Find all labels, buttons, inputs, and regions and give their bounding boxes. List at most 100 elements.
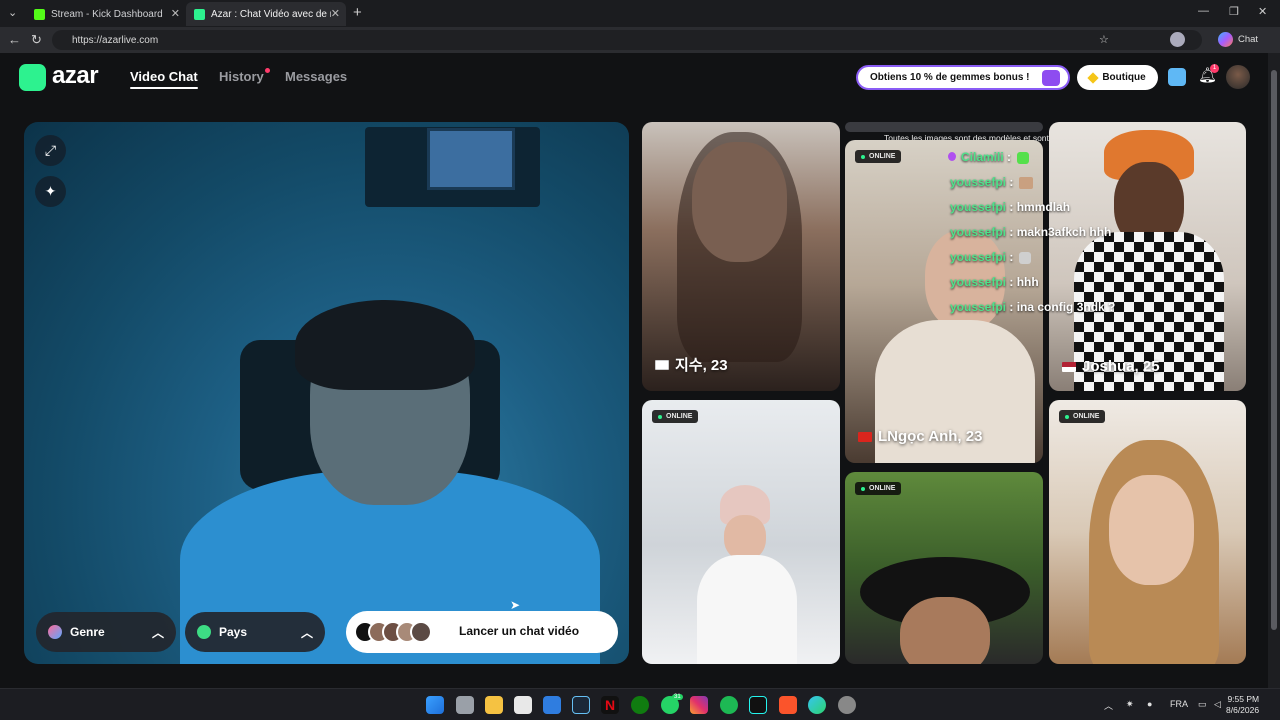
- chat-text: : hhh: [1009, 275, 1039, 289]
- tab-kick-dashboard[interactable]: Stream - Kick Dashboard ✕: [26, 2, 186, 26]
- minimize-icon[interactable]: —: [1198, 5, 1209, 17]
- online-badge: ONLINE: [855, 150, 902, 163]
- white-coat: [697, 555, 797, 664]
- user-avatar[interactable]: [1226, 65, 1250, 89]
- chat-message: youssefpi : ina config 3ndk ?: [950, 300, 1115, 314]
- clock-time: 9:55 PM: [1227, 694, 1260, 704]
- profile-card-blonde[interactable]: ONLINE: [1049, 400, 1246, 664]
- country-filter[interactable]: Pays ︿: [185, 612, 325, 652]
- chat-message: youssefpi :: [950, 175, 1034, 189]
- name-label: 지수, 23: [675, 357, 728, 374]
- gem-promo-button[interactable]: Obtiens 10 % de gemmes bonus !: [856, 65, 1070, 90]
- emote-icon: [1019, 176, 1034, 189]
- windows-taskbar: N 31 ︿ ✷ ● FRA ▭ ◁: [0, 688, 1280, 720]
- close-window-icon[interactable]: ✕: [1258, 5, 1267, 18]
- volume-icon[interactable]: ◁: [1214, 699, 1221, 710]
- language-indicator[interactable]: FRA: [1170, 699, 1188, 709]
- gem-icon: [1087, 71, 1099, 84]
- profile-card-joshua[interactable]: Joshua, 25: [1049, 122, 1246, 391]
- edge-icon[interactable]: [808, 696, 826, 714]
- new-tab-button[interactable]: +: [353, 4, 362, 21]
- brightness-icon[interactable]: ✷: [1126, 699, 1134, 710]
- whatsapp-badge: 31: [672, 694, 683, 700]
- azar-favicon-icon: [194, 8, 205, 20]
- brave-icon[interactable]: [779, 696, 797, 714]
- chat-message: youssefpi : hhh: [950, 275, 1039, 289]
- steam-icon[interactable]: [572, 696, 590, 714]
- nav-video-chat[interactable]: Video Chat: [130, 69, 198, 84]
- restore-icon[interactable]: ❐: [1229, 5, 1239, 18]
- self-video-preview: [24, 122, 629, 664]
- windows-start-icon[interactable]: [426, 696, 444, 714]
- azar-logo-icon[interactable]: [19, 64, 46, 91]
- profile-card-jisu[interactable]: 지수, 23: [642, 122, 840, 391]
- azar-logo-text[interactable]: azar: [52, 62, 99, 90]
- back-icon[interactable]: ←: [8, 33, 21, 47]
- profile-card-black-hat[interactable]: ONLINE: [845, 472, 1043, 664]
- task-view-icon[interactable]: [456, 696, 474, 714]
- portrait: [900, 597, 990, 664]
- country-label: Pays: [219, 625, 248, 639]
- magic-wand-icon[interactable]: ✦: [35, 176, 66, 207]
- chat-message: youssefpi : hmmdlah: [950, 200, 1070, 214]
- flag-us-icon: [1062, 361, 1076, 372]
- spotify-icon[interactable]: [720, 696, 738, 714]
- tray-chevron-icon[interactable]: ︿: [1104, 699, 1113, 712]
- gems-balance-icon[interactable]: [1168, 68, 1186, 86]
- network-icon[interactable]: ▭: [1198, 699, 1207, 710]
- tiktok-icon[interactable]: [749, 696, 767, 714]
- profile-avatar[interactable]: [1170, 32, 1185, 47]
- system-clock[interactable]: 9:55 PM 8/6/2026: [1226, 694, 1259, 716]
- mail-icon[interactable]: [543, 696, 561, 714]
- scrollbar-thumb[interactable]: [1271, 70, 1277, 630]
- promo-text: Obtiens 10 % de gemmes bonus !: [870, 72, 1030, 83]
- name-label: Joshua, 25: [1082, 358, 1160, 375]
- tab-label: Azar : Chat Vidéo avec de no: [211, 8, 331, 20]
- person-hair: [295, 300, 475, 390]
- profile-card-snow[interactable]: ONLINE: [642, 400, 840, 664]
- chat-text: :: [1009, 175, 1014, 189]
- xbox-icon[interactable]: [631, 696, 649, 714]
- url-text: https://azarlive.com: [72, 34, 159, 46]
- close-icon[interactable]: ✕: [171, 7, 180, 20]
- nav-messages[interactable]: Messages: [285, 69, 347, 84]
- store-icon[interactable]: [514, 696, 532, 714]
- portrait: [724, 515, 766, 560]
- microphone-icon[interactable]: ●: [1147, 699, 1152, 709]
- profile-card-top-strip: [845, 122, 1043, 132]
- tab-azar[interactable]: Azar : Chat Vidéo avec de no ✕: [186, 2, 346, 26]
- gender-filter[interactable]: Genre ︿: [36, 612, 176, 652]
- chat-user-icon: [948, 152, 956, 161]
- globe-icon: [197, 625, 211, 639]
- nav-history[interactable]: History: [219, 69, 264, 84]
- active-tab-underline: [130, 87, 198, 89]
- close-icon[interactable]: ✕: [331, 7, 340, 20]
- url-field[interactable]: https://azarlive.com: [52, 30, 1202, 50]
- expand-icon[interactable]: ⤢: [35, 135, 66, 166]
- chat-username: youssefpi: [950, 250, 1007, 264]
- tab-label: Stream - Kick Dashboard: [51, 8, 163, 20]
- boutique-button[interactable]: Boutique: [1077, 65, 1158, 90]
- copilot-icon[interactable]: [1218, 32, 1233, 47]
- boutique-label: Boutique: [1102, 72, 1146, 83]
- netflix-icon[interactable]: N: [601, 696, 619, 714]
- settings-icon[interactable]: [838, 696, 856, 714]
- favorites-icon[interactable]: ☆: [1099, 33, 1109, 47]
- kick-favicon-icon: [34, 8, 45, 20]
- chat-text: : makn3afkch hhh: [1009, 225, 1112, 239]
- address-bar-row: ← ↻ https://azarlive.com ☆ Chat: [0, 27, 1280, 53]
- start-label: Lancer un chat vidéo: [459, 624, 580, 638]
- shelf-monitor: [427, 128, 515, 190]
- gender-icon: [48, 625, 62, 639]
- chat-username: Cilamili: [961, 150, 1004, 164]
- emote-icon: [1017, 151, 1030, 164]
- reload-icon[interactable]: ↻: [31, 33, 42, 47]
- gift-icon: [1042, 70, 1060, 86]
- chevron-up-icon: ︿: [300, 626, 313, 640]
- chat-label[interactable]: Chat: [1238, 34, 1258, 45]
- online-badge: ONLINE: [652, 410, 699, 423]
- profile-name: LNgọc Anh, 23: [858, 428, 982, 445]
- instagram-icon[interactable]: [690, 696, 708, 714]
- tab-list-icon[interactable]: ⌄: [8, 6, 17, 19]
- file-explorer-icon[interactable]: [485, 696, 503, 714]
